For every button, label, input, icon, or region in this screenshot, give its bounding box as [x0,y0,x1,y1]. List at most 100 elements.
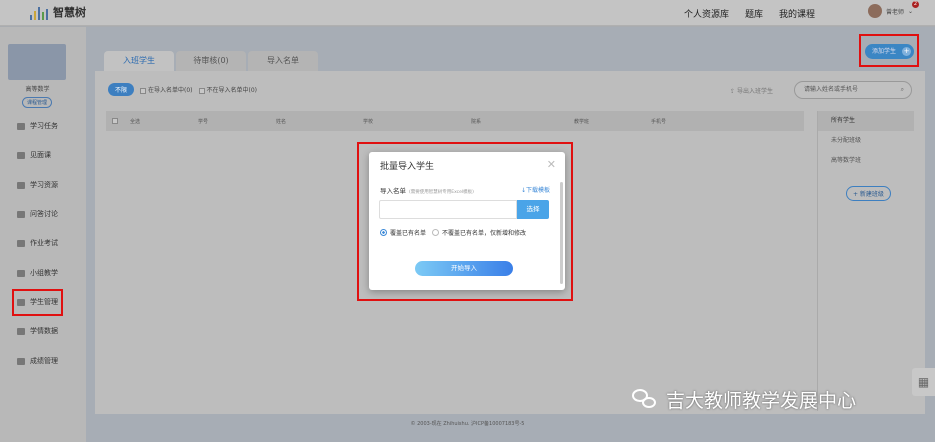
logo-bar [42,12,44,20]
sidebar-item-label: 学习任务 [30,122,58,130]
download-template-label: 下载模板 [525,187,550,194]
select-all-checkbox[interactable] [112,118,118,124]
radio-no-overwrite[interactable] [432,229,440,236]
sidebar: 高等数学 课程管理 [0,27,86,442]
watermark-text: 吉大教师教学发展中心 [666,390,857,412]
logo-text: 智慧树 [53,6,86,19]
sidebar-item-icon [17,269,25,277]
course-name: 高等数学 [25,86,50,93]
filter-in-list-label: 在导入名单中(0) [148,87,193,94]
import-hint: (需要使用智慧树专用Excel模板) [409,190,474,195]
export-button[interactable]: ⇪ 导出入班学生 [730,86,773,95]
logo-bar [30,15,32,20]
radio-no-overwrite-label[interactable]: 不覆盖已有名单，仅新增和修改 [442,228,526,237]
tab-import-list[interactable]: 导入名单 [248,51,318,71]
sidebar-item-3[interactable]: 问答讨论 [17,209,58,219]
highlight-box [12,289,63,316]
new-class-button[interactable]: + 新建班级 [846,186,891,201]
filter-in-list[interactable]: 在导入名单中(0) [140,85,193,94]
filter-bar: 不限 在导入名单中(0) 不在导入名单中(0) [108,83,257,96]
scrollbar[interactable] [560,182,563,284]
top-bar: 智慧树 个人资源库 题库 我的课程 曾老师 ⌄ 2 [0,0,935,26]
col-school: 学校 [363,119,374,125]
table-header: 全选 学号 姓名 学校 院系 教学班 手机号 [106,111,804,131]
tab-pending[interactable]: 待审核(0) [176,51,246,71]
download-template-link[interactable]: ↓下载模板 [521,185,550,194]
export-label: 导出入班学生 [736,88,773,95]
tab-enrolled[interactable]: 入班学生 [104,51,174,71]
notification-badge: 2 [912,1,919,8]
highlight-box [859,34,919,67]
sidebar-item-icon [17,122,25,130]
sidebar-item-icon [17,357,25,365]
logo[interactable]: 智慧树 [30,4,86,20]
nav-resource-library[interactable]: 个人资源库 [684,7,729,20]
close-icon[interactable]: ✕ [547,158,556,171]
col-student-id: 学号 [198,119,209,125]
search-icon[interactable]: ⌕ [901,82,904,98]
sidebar-item-label: 成绩管理 [30,357,58,365]
filter-not-in-list-label: 不在导入名单中(0) [206,87,258,94]
sidebar-item-icon [17,239,25,247]
sidebar-item-label: 作业考试 [30,239,58,247]
class-all-students[interactable]: 所有学生 [818,111,914,131]
col-department: 院系 [471,119,482,125]
file-path-input[interactable] [379,200,517,219]
logo-bar [34,11,36,20]
sidebar-item-label: 小组教学 [30,269,58,277]
col-class: 教学班 [574,119,590,125]
radio-overwrite[interactable] [380,229,387,236]
course-cover [8,44,66,80]
watermark: 吉大教师教学发展中心 [632,386,856,413]
checkbox[interactable] [198,87,205,94]
avatar [867,4,882,18]
logo-bar [46,9,48,20]
sidebar-item-label: 学情数据 [30,327,58,335]
radio-overwrite-label[interactable]: 覆盖已有名单 [390,228,426,237]
sidebar-item-0[interactable]: 学习任务 [17,121,58,131]
filter-all[interactable]: 不限 [108,83,135,96]
user-menu[interactable]: 曾老师 ⌄ 2 [867,1,919,18]
sidebar-item-icon [17,327,25,335]
col-name: 姓名 [276,119,287,125]
sidebar-item-5[interactable]: 小组教学 [17,268,58,278]
class-unassigned[interactable]: 未分配班级 [818,131,914,151]
export-icon: ⇪ [730,88,737,95]
nav-question-bank[interactable]: 题库 [745,7,763,20]
sidebar-item-label: 见面课 [30,151,51,159]
sidebar-item-label: 学习资源 [30,181,58,189]
sidebar-item-7[interactable]: 学情数据 [17,326,58,336]
wechat-icon [632,388,658,411]
filter-not-in-list[interactable]: 不在导入名单中(0) [198,85,258,94]
sidebar-item-4[interactable]: 作业考试 [17,238,58,248]
top-nav: 个人资源库 题库 我的课程 [684,7,815,20]
footer: © 2003-现在 Zhihuishu. 沪ICP备10007183号-5 [410,421,525,427]
search-input[interactable]: 请输入姓名或手机号 ⌕ [794,81,912,99]
class-list: 所有学生 未分配班级 高等数学班 + 新建班级 [817,111,914,411]
chevron-down-icon: ⌄ [907,7,913,15]
import-mode-radios: 覆盖已有名单 不覆盖已有名单，仅新增和修改 [380,228,526,237]
import-label: 导入名单 (需要使用智慧树专用Excel模板) [380,185,474,195]
choose-file-button[interactable]: 选择 [517,200,549,219]
sidebar-item-icon [17,151,25,159]
course-management-button[interactable]: 课程管理 [22,97,53,108]
col-phone: 手机号 [651,119,667,125]
search-placeholder: 请输入姓名或手机号 [804,86,859,93]
qr-code-icon[interactable]: ▦ [912,368,935,396]
import-label-text: 导入名单 [380,187,406,195]
sidebar-item-2[interactable]: 学习资源 [17,180,58,190]
sidebar-item-8[interactable]: 成绩管理 [17,356,58,366]
batch-import-dialog: 批量导入学生 ✕ 导入名单 (需要使用智慧树专用Excel模板) ↓下载模板 选择… [369,152,565,290]
sidebar-item-icon [17,181,25,189]
nav-my-courses[interactable]: 我的课程 [779,7,815,20]
dialog-title: 批量导入学生 [380,162,435,172]
start-import-button[interactable]: 开始导入 [415,261,513,276]
sidebar-item-1[interactable]: 见面课 [17,150,51,160]
sidebar-item-label: 问答讨论 [30,210,58,218]
col-select-all[interactable]: 全选 [130,118,140,125]
tabs: 入班学生 待审核(0) 导入名单 [104,51,318,71]
sidebar-item-icon [17,210,25,218]
class-math[interactable]: 高等数学班 [818,151,914,171]
logo-bar [38,7,40,20]
checkbox[interactable] [140,87,147,94]
